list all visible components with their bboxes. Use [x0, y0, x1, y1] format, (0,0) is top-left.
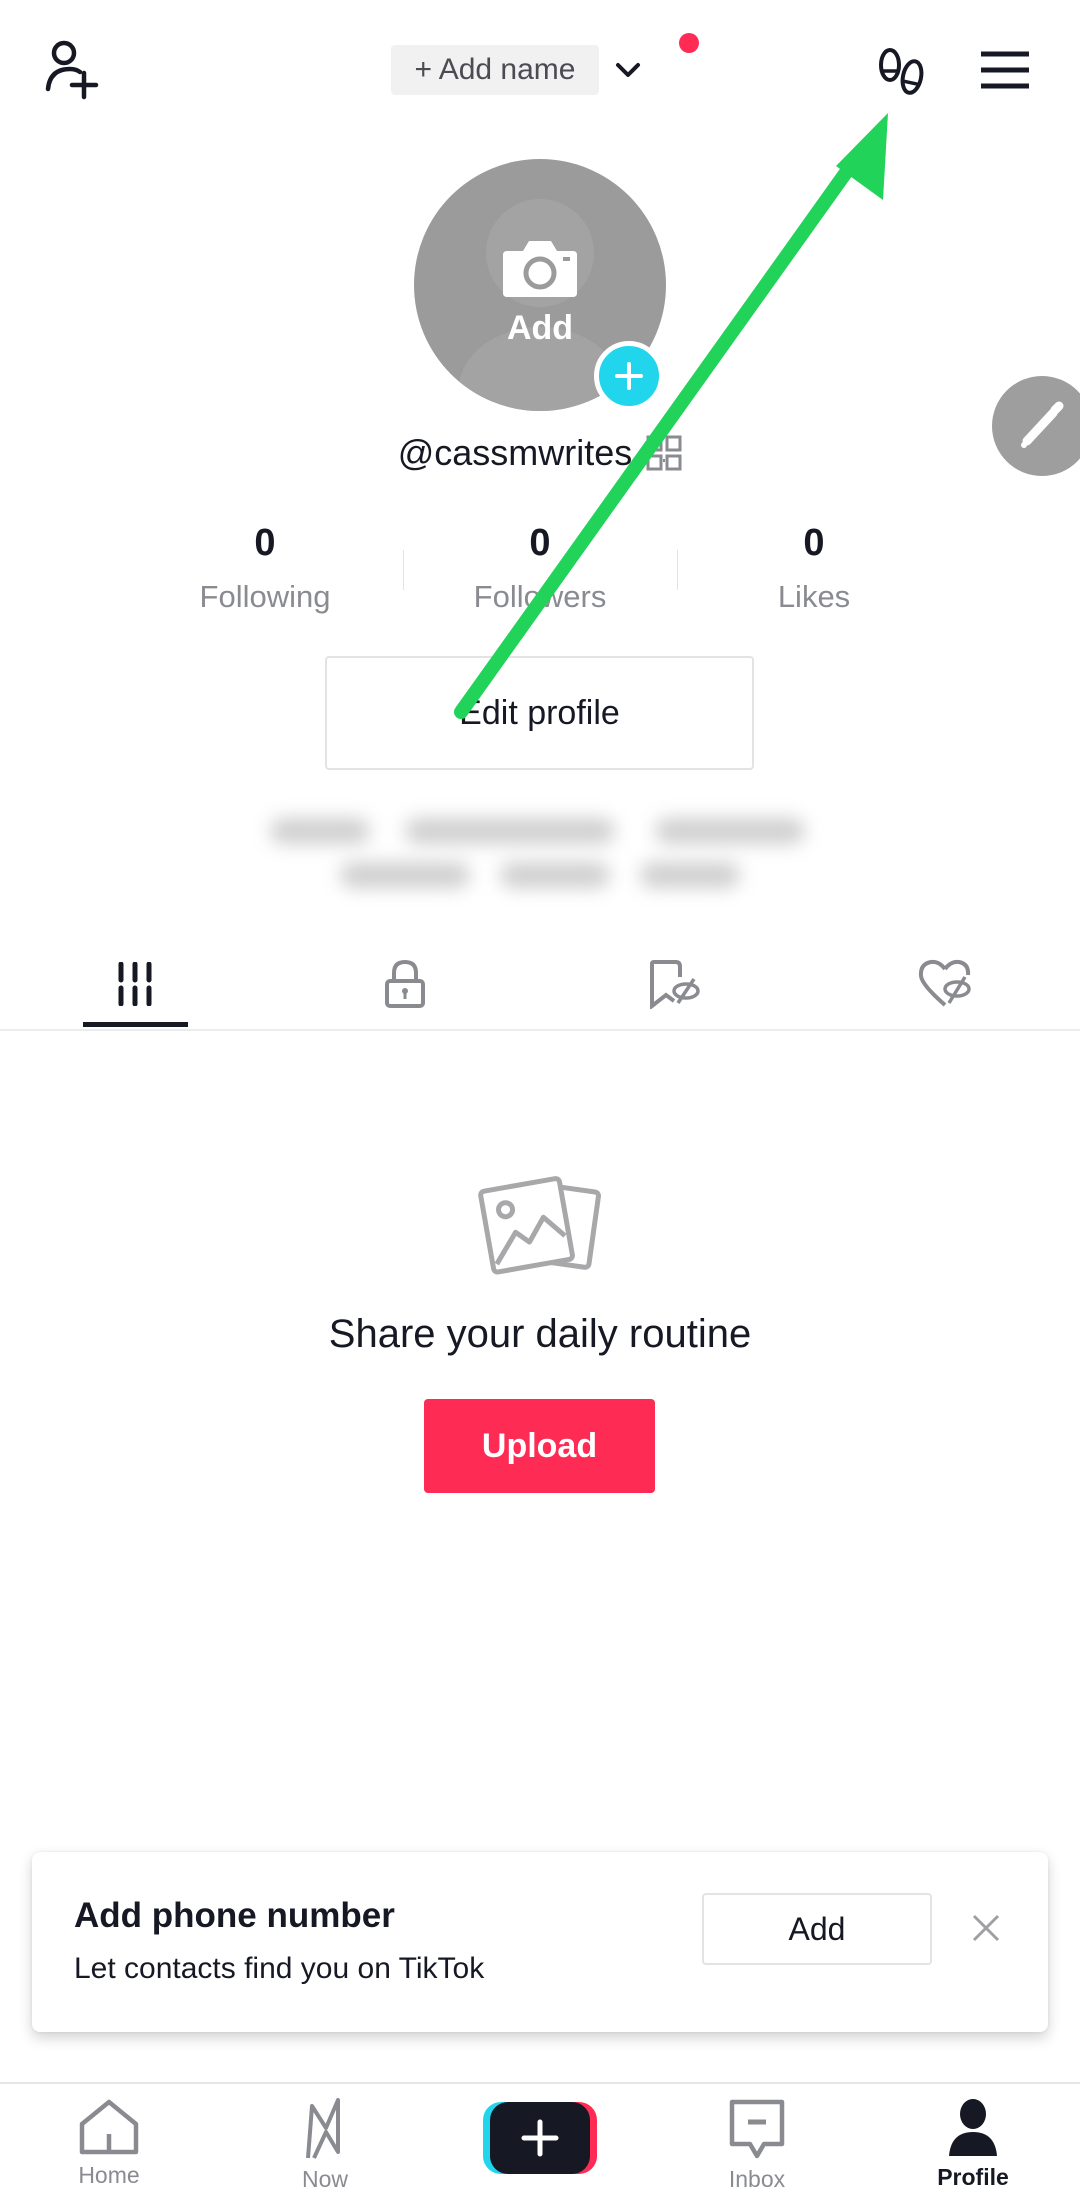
active-tab-indicator — [83, 1022, 188, 1027]
followers-label: Followers — [473, 579, 607, 614]
phone-card-subtitle: Let contacts find you on TikTok — [74, 1952, 485, 1985]
nav-home-label: Home — [78, 2162, 140, 2188]
bookmark-hidden-icon — [650, 960, 700, 1009]
menu-button[interactable] — [970, 40, 1040, 100]
notification-dot — [679, 33, 699, 53]
edit-profile-label: Edit profile — [459, 693, 620, 732]
followers-count: 0 — [529, 522, 551, 564]
add-phone-button[interactable]: Add — [702, 1893, 932, 1965]
close-icon[interactable] — [968, 1910, 1004, 1946]
nav-now[interactable]: Now — [240, 2098, 410, 2208]
add-name-button[interactable]: + Add name — [391, 45, 599, 95]
plus-icon — [615, 362, 643, 390]
add-name-label: + Add name — [414, 53, 576, 86]
nav-home[interactable]: Home — [24, 2098, 194, 2208]
stat-followers[interactable]: 0 Followers — [403, 515, 677, 615]
following-label: Following — [199, 579, 331, 614]
tab-favorites[interactable] — [540, 940, 810, 1028]
tab-private[interactable] — [270, 940, 540, 1028]
photos-icon — [478, 1176, 601, 1275]
tab-videos[interactable] — [0, 940, 270, 1028]
home-icon — [79, 2099, 139, 2155]
lock-icon — [385, 959, 425, 1008]
upload-label: Upload — [481, 1426, 598, 1465]
qr-code-icon[interactable] — [646, 435, 682, 471]
inbox-icon — [729, 2099, 785, 2159]
tab-divider — [0, 1029, 1080, 1031]
add-phone-label: Add — [788, 1910, 846, 1947]
nav-profile-label: Profile — [937, 2164, 1009, 2190]
person-add-icon — [45, 40, 99, 100]
hamburger-menu-icon — [981, 51, 1029, 89]
upload-button[interactable]: Upload — [424, 1399, 655, 1493]
edit-profile-button[interactable]: Edit profile — [325, 656, 754, 770]
create-plus-icon[interactable] — [483, 2100, 597, 2176]
profile-icon — [949, 2099, 997, 2156]
heart-hidden-icon — [918, 959, 971, 1007]
empty-state-title: Share your daily routine — [328, 1312, 752, 1356]
tab-liked[interactable] — [810, 940, 1080, 1028]
likes-count: 0 — [803, 522, 825, 564]
stat-likes[interactable]: 0 Likes — [677, 515, 951, 615]
username: @cassmwrites — [397, 432, 633, 473]
camera-icon — [503, 241, 577, 297]
nav-inbox-label: Inbox — [728, 2166, 786, 2192]
nav-inbox[interactable]: Inbox — [672, 2098, 842, 2208]
following-count: 0 — [254, 522, 276, 564]
nav-now-label: Now — [301, 2166, 348, 2192]
add-photo-badge[interactable] — [594, 341, 664, 411]
grid-icon — [118, 962, 152, 1006]
chevron-down-icon — [616, 63, 640, 77]
nav-profile[interactable]: Profile — [888, 2098, 1058, 2208]
account-switch-dropdown[interactable] — [608, 50, 648, 90]
likes-label: Likes — [777, 579, 851, 614]
stat-following[interactable]: 0 Following — [128, 515, 402, 615]
add-phone-card: Add phone number Let contacts find you o… — [32, 1852, 1048, 2032]
footprints-icon — [879, 48, 924, 95]
phone-card-title: Add phone number — [74, 1896, 395, 1935]
add-user-button[interactable] — [36, 34, 108, 106]
now-icon — [306, 2098, 340, 2159]
profile-views-button[interactable] — [866, 38, 936, 108]
